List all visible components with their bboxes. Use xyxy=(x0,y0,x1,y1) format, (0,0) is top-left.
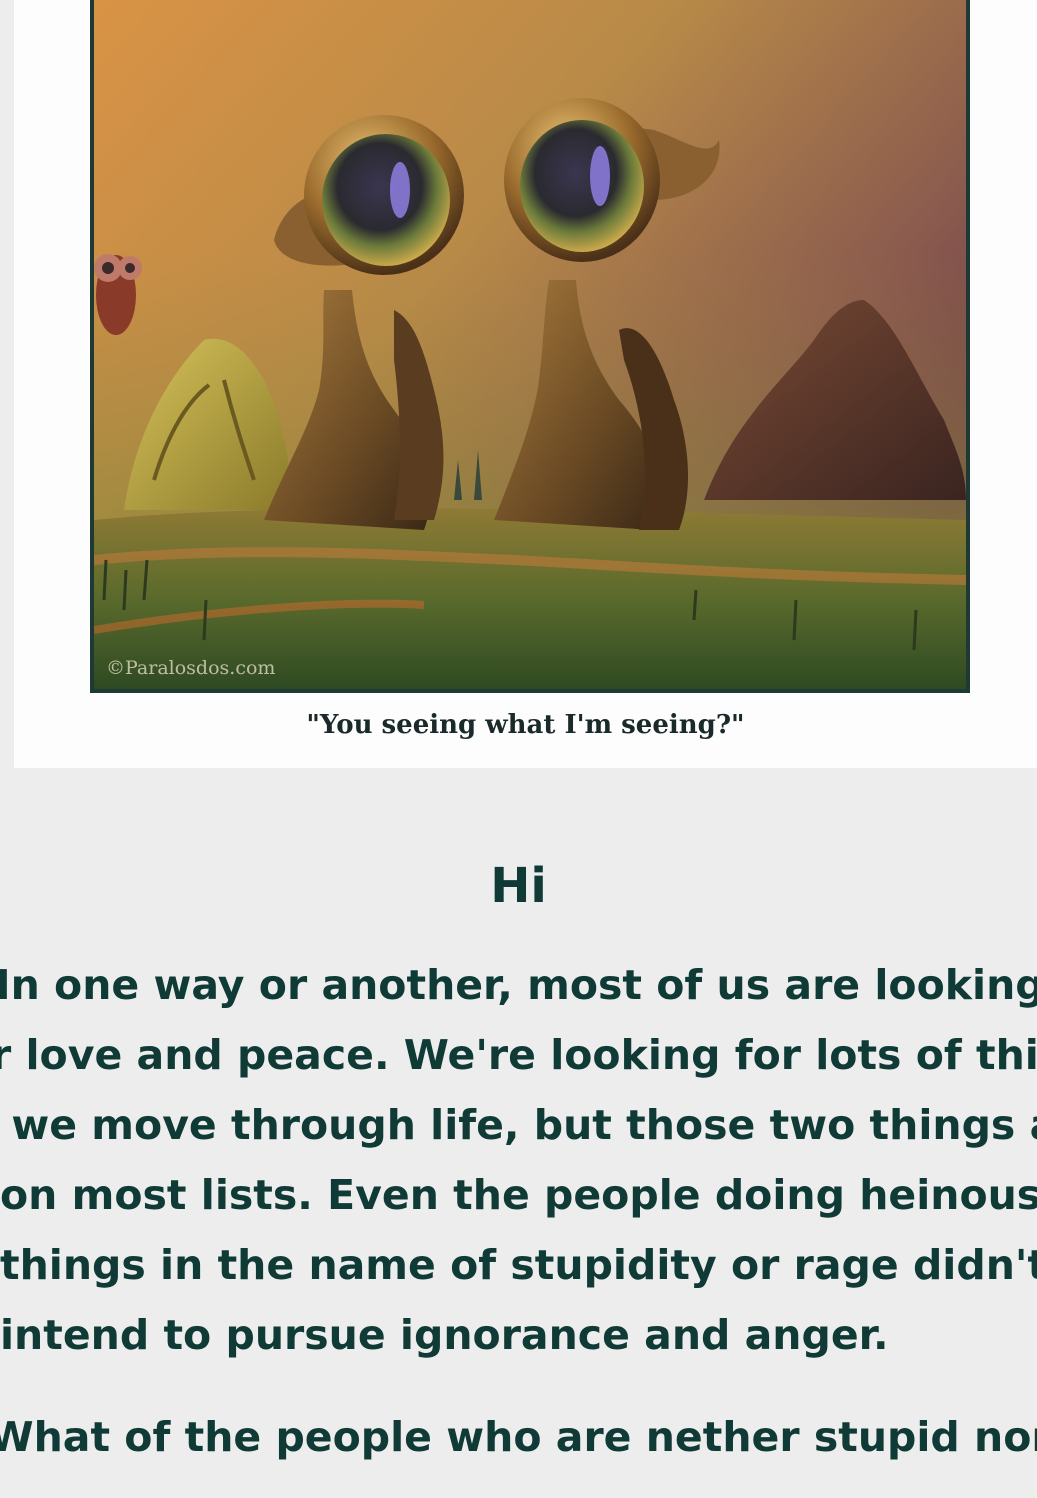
paragraph-1-line: as we move through life, but those two t… xyxy=(0,1101,1037,1149)
page: ©Paralosdos.com "You seeing what I'm see… xyxy=(0,0,1037,1498)
watermark-text: ©Paralosdos.com xyxy=(106,657,276,679)
paragraph-2: What of the people who are nether stupid… xyxy=(0,1413,1037,1461)
paragraph-1-line: on most lists. Even the people doing hei… xyxy=(0,1171,1037,1219)
figure-caption: "You seeing what I'm seeing?" xyxy=(306,710,745,740)
paragraph-1: In one way or another, most of us are lo… xyxy=(0,950,1037,1370)
artwork-image xyxy=(90,0,970,693)
paragraph-1-line: In one way or another, most of us are lo… xyxy=(0,961,1037,1009)
section-heading: Hi xyxy=(490,858,547,914)
paragraph-1-line: intend to pursue ignorance and anger. xyxy=(0,1311,889,1359)
paragraph-1-line: for love and peace. We're looking for lo… xyxy=(0,1031,1037,1079)
alien-creatures-illustration xyxy=(94,0,966,689)
paragraph-1-line: things in the name of stupidity or rage … xyxy=(0,1241,1037,1289)
